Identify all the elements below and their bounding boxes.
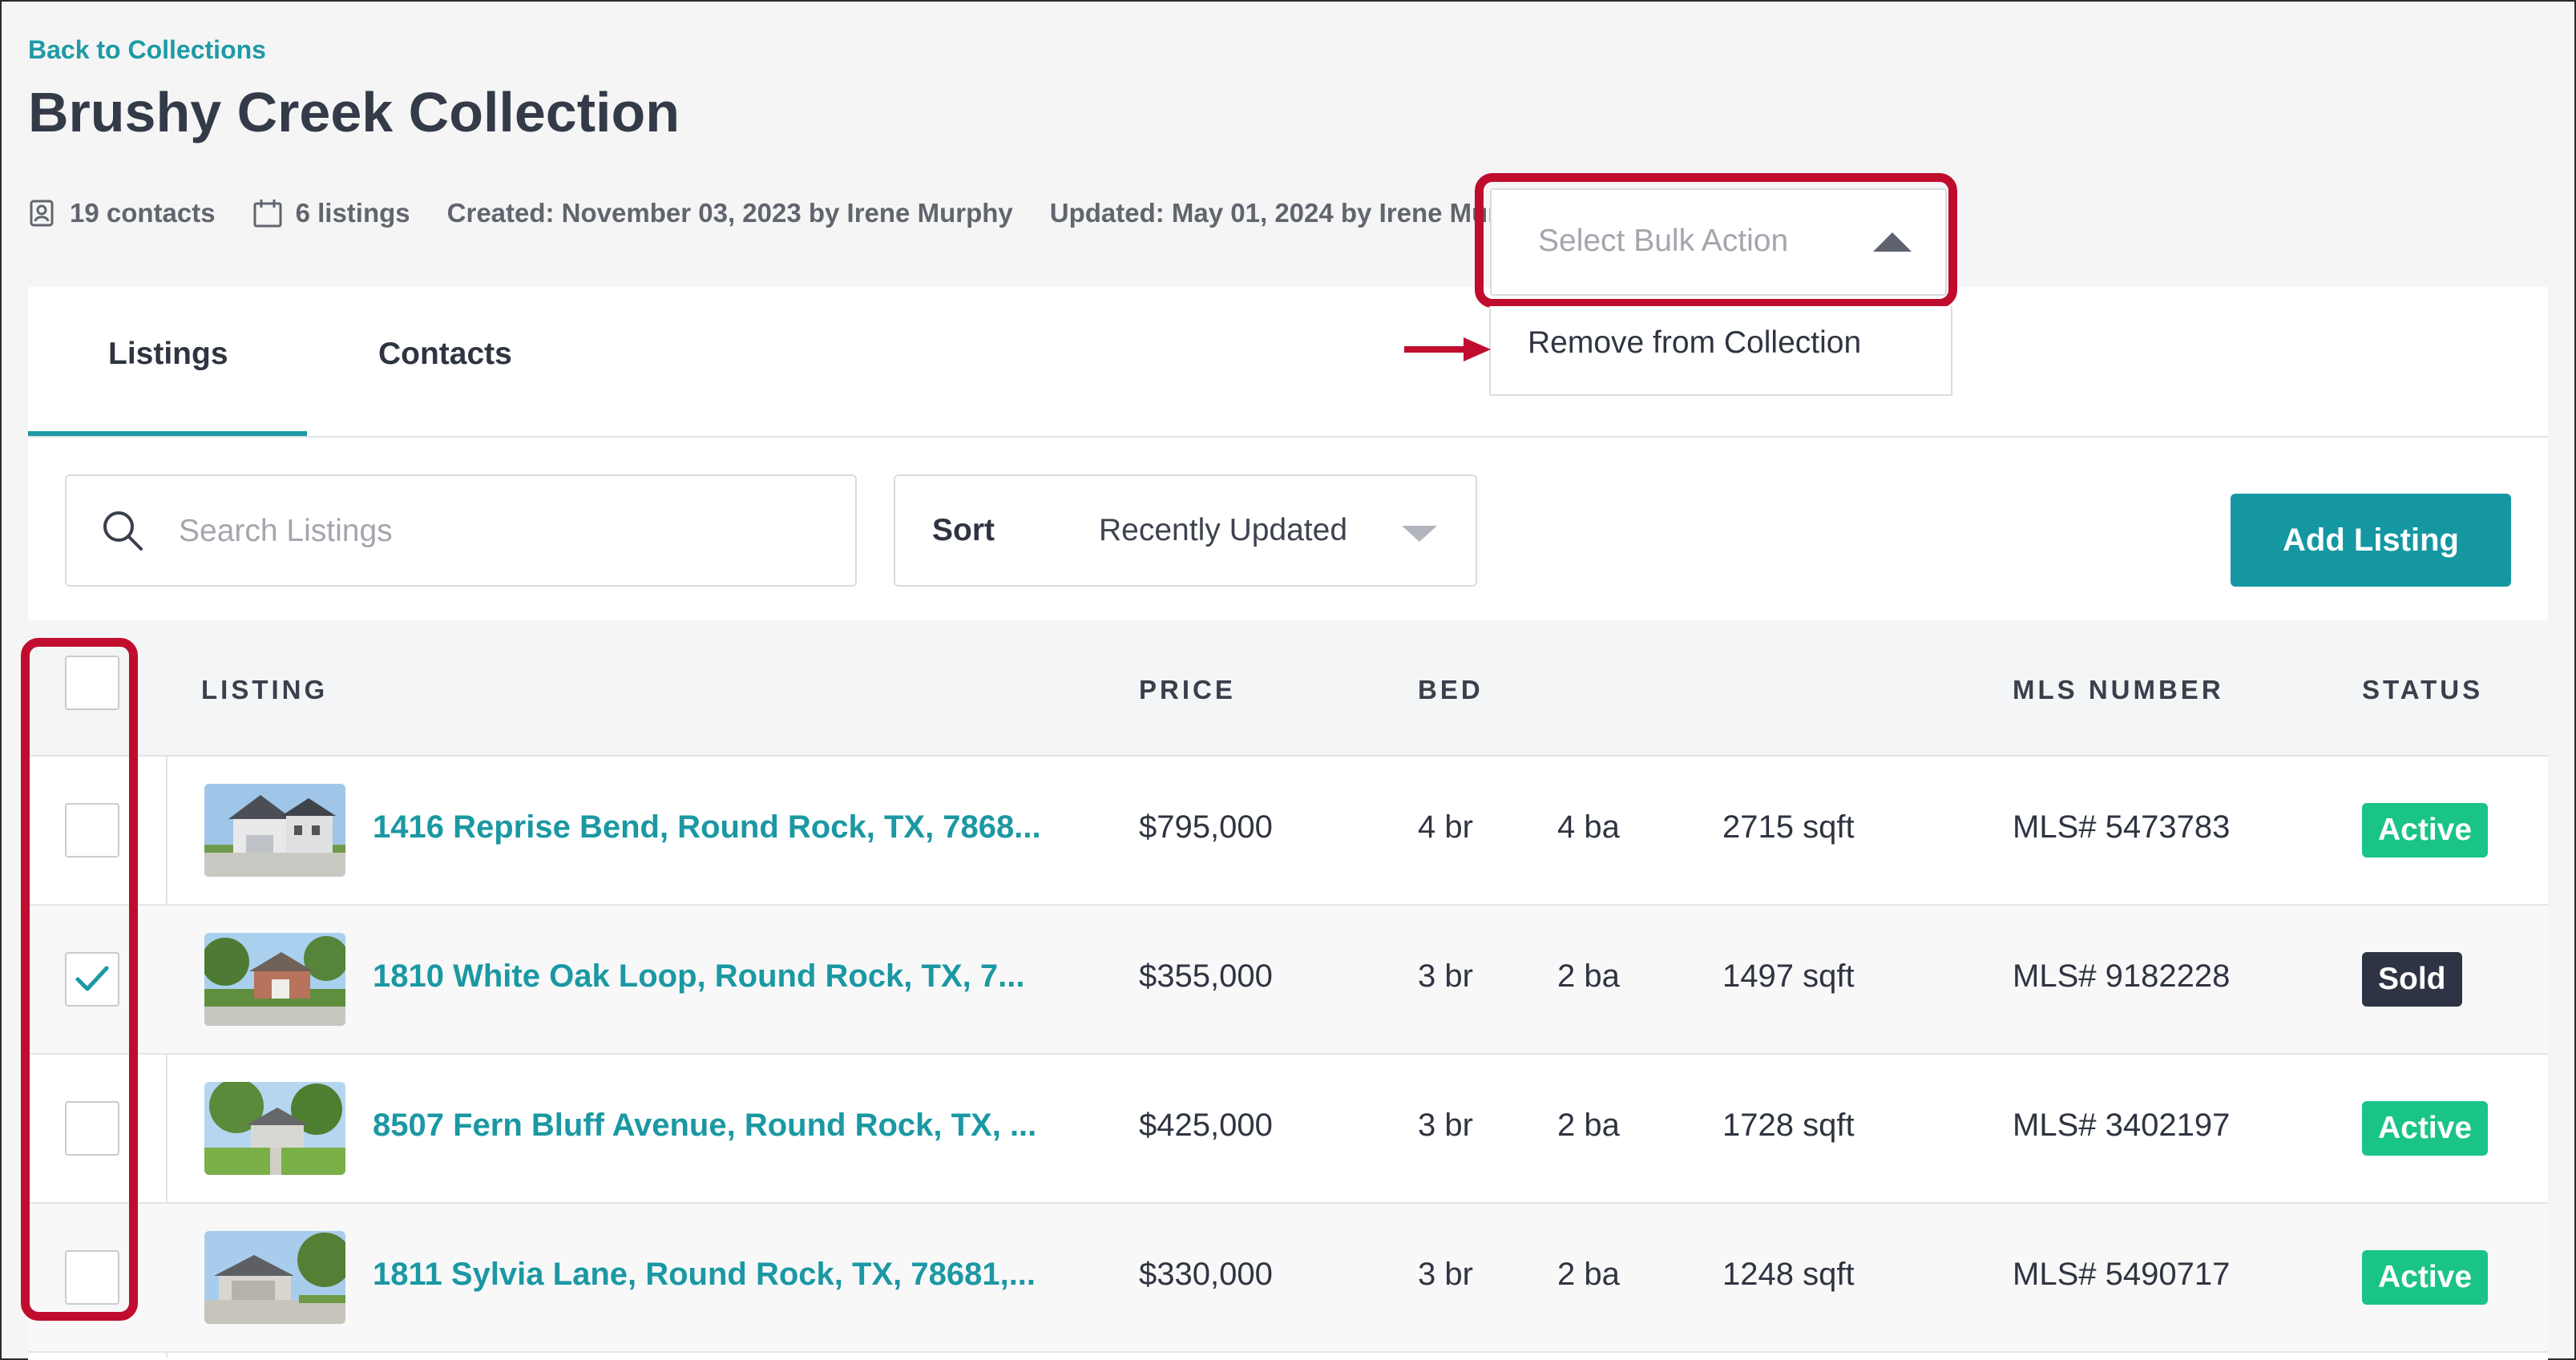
tab-contacts[interactable]: Contacts xyxy=(378,337,512,372)
collection-meta: 19 contacts 6 listings Created: November… xyxy=(28,196,1582,231)
chevron-down-icon xyxy=(1402,526,1437,542)
header-price: PRICE xyxy=(1139,675,1236,704)
table-row: 8507 Fern Bluff Avenue, Round Rock, TX, … xyxy=(28,1055,2548,1204)
sort-label: Sort xyxy=(932,513,995,547)
search-box[interactable] xyxy=(65,474,857,587)
header-bed: BED xyxy=(1418,675,1484,704)
header-listing: LISTING xyxy=(201,675,329,704)
contacts-count: 19 contacts xyxy=(28,198,216,228)
page-title: Brushy Creek Collection xyxy=(28,81,680,143)
listing-address-link[interactable]: 8507 Fern Bluff Avenue, Round Rock, TX, … xyxy=(373,1108,1036,1144)
table-row: 1810 White Oak Loop, Round Rock, TX, 7..… xyxy=(28,906,2548,1055)
listing-beds: 3 br xyxy=(1418,1108,1473,1143)
created-info: Created: November 03, 2023 by Irene Murp… xyxy=(446,198,1013,228)
listing-price: $425,000 xyxy=(1139,1108,1273,1143)
status-badge: Active xyxy=(2362,803,2489,858)
search-icon xyxy=(103,511,143,551)
header-status: STATUS xyxy=(2362,675,2484,704)
bulk-action-select[interactable]: Select Bulk Action xyxy=(1490,188,1947,296)
listing-mls: MLS# 9182228 xyxy=(2013,958,2231,994)
updated-info: Updated: May 01, 2024 by Irene Murphy xyxy=(1049,198,1545,228)
listings-card: Listings Contacts Sort Recently Updated … xyxy=(28,287,2548,1360)
listing-baths: 2 ba xyxy=(1557,1257,1620,1292)
listing-sqft: 2715 sqft xyxy=(1722,809,1855,845)
status-badge: Sold xyxy=(2362,952,2462,1007)
listings-count: 6 listings xyxy=(252,198,410,228)
listing-photo xyxy=(204,1082,345,1175)
sort-value: Recently Updated xyxy=(1099,513,1348,547)
listing-beds: 3 br xyxy=(1418,958,1473,994)
tab-listings[interactable]: Listings xyxy=(108,337,228,372)
tab-bar: Listings Contacts xyxy=(28,287,2548,438)
listing-beds: 4 br xyxy=(1418,809,1473,845)
table-row: 1811 Sylvia Lane, Round Rock, TX, 78681,… xyxy=(28,1204,2548,1353)
listing-mls: MLS# 3402197 xyxy=(2013,1108,2231,1143)
listing-price: $355,000 xyxy=(1139,958,1273,994)
listing-photo xyxy=(204,1231,345,1324)
listing-beds: 3 br xyxy=(1418,1257,1473,1292)
calendar-icon xyxy=(253,200,282,228)
listing-mls: MLS# 5490717 xyxy=(2013,1257,2231,1292)
status-badge: Active xyxy=(2362,1101,2489,1156)
contacts-count-text: 19 contacts xyxy=(70,198,216,228)
listing-photo xyxy=(204,933,345,1026)
add-listing-button[interactable]: Add Listing xyxy=(2231,494,2511,587)
listing-address-link[interactable]: 1810 White Oak Loop, Round Rock, TX, 7..… xyxy=(373,958,1024,995)
checkbox-column-highlight xyxy=(21,638,138,1321)
listing-address-link[interactable]: 1416 Reprise Bend, Round Rock, TX, 7868.… xyxy=(373,809,1041,845)
listing-baths: 2 ba xyxy=(1557,958,1620,994)
annotation-arrow-icon xyxy=(1404,337,1491,361)
back-to-collections-link[interactable]: Back to Collections xyxy=(28,35,266,65)
contact-card-icon xyxy=(30,200,54,227)
listing-price: $330,000 xyxy=(1139,1257,1273,1292)
search-input[interactable] xyxy=(177,500,822,563)
listing-sqft: 1248 sqft xyxy=(1722,1257,1855,1292)
listing-address-link[interactable]: 1811 Sylvia Lane, Round Rock, TX, 78681,… xyxy=(373,1257,1036,1293)
table-header: LISTING PRICE BED MLS NUMBER STATUS xyxy=(28,620,2548,757)
active-tab-indicator xyxy=(28,431,307,436)
listing-baths: 2 ba xyxy=(1557,1108,1620,1143)
sort-dropdown[interactable]: Sort Recently Updated xyxy=(894,474,1477,587)
bulk-action-menu: Remove from Collection xyxy=(1489,306,1952,396)
bulk-action-highlight: Select Bulk Action xyxy=(1475,173,1957,308)
listing-photo xyxy=(204,784,345,877)
bulk-action-placeholder: Select Bulk Action xyxy=(1538,224,1789,258)
listing-price: $795,000 xyxy=(1139,809,1273,845)
chevron-up-icon xyxy=(1873,232,1912,252)
listing-baths: 4 ba xyxy=(1557,809,1620,845)
listing-sqft: 1497 sqft xyxy=(1722,958,1855,994)
listing-sqft: 1728 sqft xyxy=(1722,1108,1855,1143)
header-mls-number: MLS NUMBER xyxy=(2013,675,2224,704)
status-badge: Active xyxy=(2362,1250,2489,1305)
listings-count-text: 6 listings xyxy=(295,198,410,228)
remove-from-collection-option[interactable]: Remove from Collection xyxy=(1528,325,1861,361)
table-row: 1416 Reprise Bend, Round Rock, TX, 7868.… xyxy=(28,757,2548,906)
listing-mls: MLS# 5473783 xyxy=(2013,809,2231,845)
